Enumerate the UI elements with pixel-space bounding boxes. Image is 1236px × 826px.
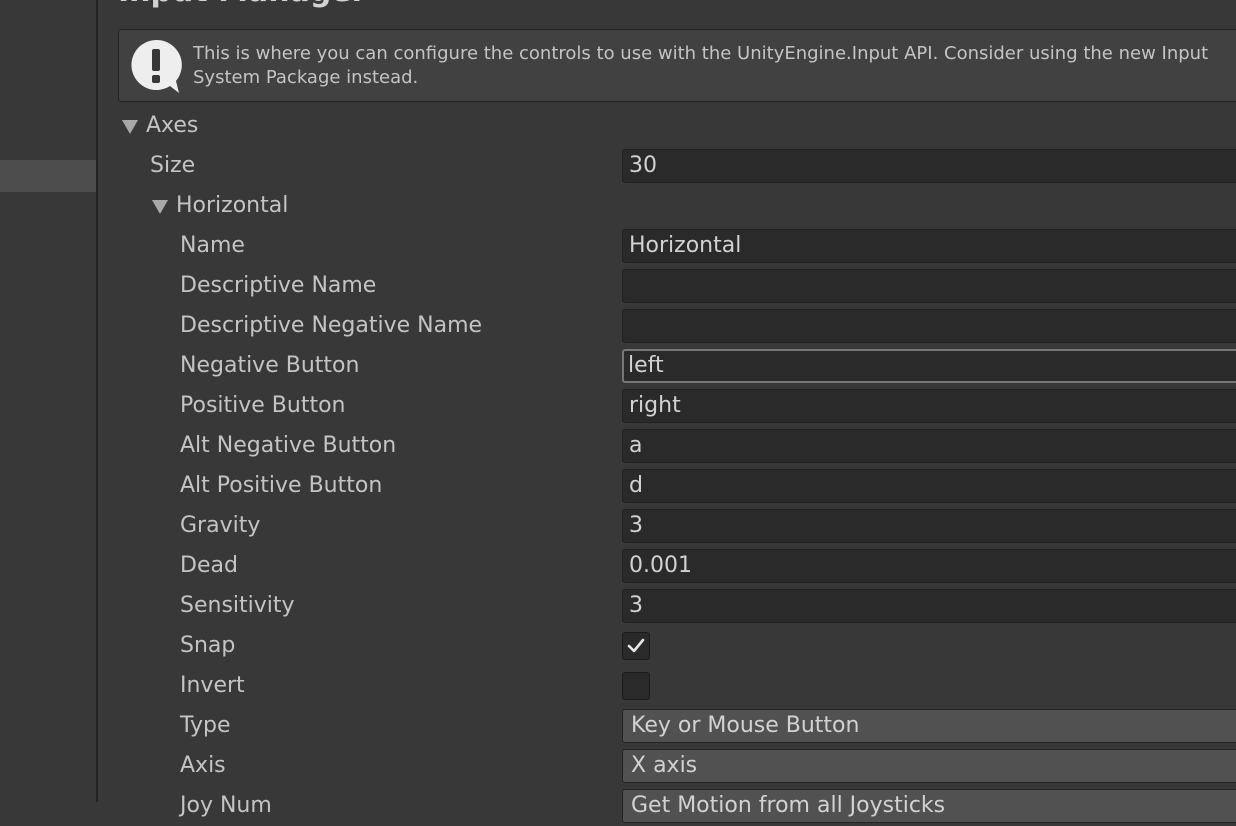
descriptive-negative-name-field[interactable]	[622, 309, 1236, 343]
axis-label: Axis	[180, 753, 226, 778]
snap-checkbox[interactable]	[622, 632, 650, 660]
alt-positive-button-row: Alt Positive Button d	[98, 466, 1236, 506]
help-text: This is where you can configure the cont…	[193, 43, 1209, 88]
invert-checkbox[interactable]	[622, 672, 650, 700]
axes-foldout-label[interactable]: Axes	[146, 114, 198, 138]
name-field[interactable]: Horizontal	[622, 229, 1236, 263]
left-category-panel	[0, 0, 98, 802]
size-field[interactable]: 30	[622, 149, 1236, 183]
help-box: This is where you can configure the cont…	[118, 29, 1236, 102]
invert-label: Invert	[180, 673, 245, 698]
checkmark-icon	[627, 638, 645, 653]
axes-foldout-arrow-icon[interactable]	[122, 120, 138, 134]
descriptive-negative-name-row: Descriptive Negative Name	[98, 306, 1236, 346]
joy-num-row: Joy Num Get Motion from all Joysticks	[98, 786, 1236, 826]
positive-button-label: Positive Button	[180, 393, 346, 418]
positive-button-field[interactable]: right	[622, 389, 1236, 423]
gravity-row: Gravity 3	[98, 506, 1236, 546]
gravity-field[interactable]: 3	[622, 509, 1236, 543]
size-label: Size	[150, 153, 196, 178]
axis-dropdown[interactable]: X axis	[622, 749, 1236, 783]
type-dropdown[interactable]: Key or Mouse Button	[622, 709, 1236, 743]
dead-row: Dead 0.001	[98, 546, 1236, 586]
type-row: Type Key or Mouse Button	[98, 706, 1236, 746]
gravity-label: Gravity	[180, 513, 261, 538]
joy-num-dropdown[interactable]: Get Motion from all Joysticks	[622, 789, 1236, 823]
selected-category-item[interactable]	[0, 160, 96, 192]
name-label: Name	[180, 233, 245, 258]
descriptive-name-label: Descriptive Name	[180, 273, 377, 298]
sensitivity-row: Sensitivity 3	[98, 586, 1236, 626]
dead-label: Dead	[180, 553, 238, 578]
alt-positive-button-field[interactable]: d	[622, 469, 1236, 503]
horizontal-foldout-arrow-icon[interactable]	[152, 200, 168, 214]
descriptive-name-field[interactable]	[622, 269, 1236, 303]
axis-row: Axis X axis	[98, 746, 1236, 786]
warning-icon	[131, 39, 182, 93]
type-label: Type	[180, 713, 231, 738]
joy-num-label: Joy Num	[180, 793, 272, 818]
invert-row: Invert	[98, 666, 1236, 706]
snap-row: Snap	[98, 626, 1236, 666]
page-title: Input Manager	[118, 0, 366, 9]
alt-positive-button-label: Alt Positive Button	[180, 473, 383, 498]
dead-field[interactable]: 0.001	[622, 549, 1236, 583]
name-row: Name Horizontal	[98, 226, 1236, 266]
positive-button-row: Positive Button right	[98, 386, 1236, 426]
alt-negative-button-field[interactable]: a	[622, 429, 1236, 463]
alt-negative-button-row: Alt Negative Button a	[98, 426, 1236, 466]
inspector-panel: Input Manager This is where you can conf…	[98, 0, 1236, 823]
negative-button-label: Negative Button	[180, 353, 360, 378]
sensitivity-label: Sensitivity	[180, 593, 295, 618]
negative-button-row: Negative Button left	[98, 346, 1236, 386]
descriptive-name-row: Descriptive Name	[98, 266, 1236, 306]
negative-button-field[interactable]: left	[622, 349, 1236, 383]
horizontal-foldout-label[interactable]: Horizontal	[176, 194, 288, 218]
sensitivity-field[interactable]: 3	[622, 589, 1236, 623]
descriptive-negative-name-label: Descriptive Negative Name	[180, 313, 483, 338]
snap-label: Snap	[180, 633, 236, 658]
size-row: Size 30	[98, 146, 1236, 186]
alt-negative-button-label: Alt Negative Button	[180, 433, 397, 458]
